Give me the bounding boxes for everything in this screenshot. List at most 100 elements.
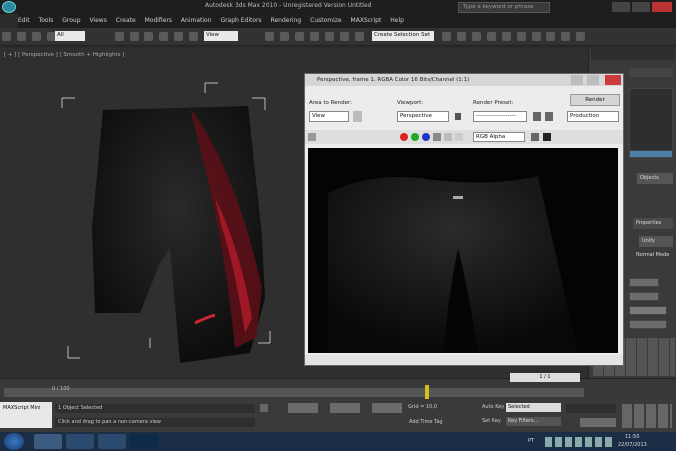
layer-manager-icon[interactable]: [471, 32, 481, 41]
time-slider-track[interactable]: [4, 388, 584, 397]
set-key-button[interactable]: Set Key: [482, 418, 501, 424]
menu-group[interactable]: Group: [62, 14, 80, 28]
menu-graph-editors[interactable]: Graph Editors: [220, 14, 261, 28]
spinner-snap-icon[interactable]: [339, 32, 349, 41]
render-production-icon[interactable]: [576, 32, 586, 41]
selection-filter-dropdown[interactable]: All: [55, 31, 85, 41]
menu-create[interactable]: Create: [116, 14, 136, 28]
redo-icon[interactable]: [16, 32, 26, 41]
menu-edit[interactable]: Edit: [18, 14, 30, 28]
modifier-stack[interactable]: [629, 88, 673, 158]
viewport-label[interactable]: [ + ] [ Perspective ] [ Smooth + Highlig…: [4, 52, 124, 58]
explorer-icon[interactable]: [34, 434, 62, 449]
edit-region-icon[interactable]: [353, 111, 362, 122]
display-channel-dropdown[interactable]: RGB Alpha: [473, 132, 525, 142]
clear-icon[interactable]: [455, 133, 463, 141]
add-time-tag[interactable]: Add Time Tag: [409, 419, 443, 425]
tray-icons[interactable]: [545, 437, 615, 447]
alpha-channel-icon[interactable]: [433, 133, 441, 141]
rendered-frame-icon[interactable]: [561, 32, 571, 41]
save-image-icon[interactable]: [308, 133, 316, 141]
clock-date[interactable]: 22/07/2013: [618, 442, 647, 448]
mono-icon[interactable]: [444, 133, 452, 141]
stack-selection[interactable]: [629, 150, 673, 158]
menu-tools[interactable]: Tools: [39, 14, 54, 28]
minimize-icon[interactable]: [571, 75, 583, 85]
pivot-icon[interactable]: [265, 32, 275, 41]
close-icon[interactable]: [605, 75, 621, 85]
align-icon[interactable]: [456, 32, 466, 41]
menu-maxscript[interactable]: MAXScript: [351, 14, 382, 28]
undo-icon[interactable]: [2, 32, 11, 41]
current-frame-field[interactable]: [580, 418, 616, 427]
spinner-field[interactable]: [629, 292, 659, 301]
menu-modifiers[interactable]: Modifiers: [145, 14, 172, 28]
named-selection-dropdown[interactable]: Create Selection Set: [372, 31, 434, 41]
menu-customize[interactable]: Customize: [310, 14, 342, 28]
render-canvas[interactable]: [308, 148, 618, 353]
properties-rollout[interactable]: Properties: [633, 218, 673, 229]
rotate-icon[interactable]: [189, 32, 199, 41]
menu-help[interactable]: Help: [390, 14, 404, 28]
render-button[interactable]: Render: [570, 94, 620, 106]
edit-named-sel-icon[interactable]: [354, 32, 364, 41]
green-channel-icon[interactable]: [411, 133, 419, 141]
select-by-name-icon[interactable]: [129, 32, 139, 41]
spinner-field[interactable]: [629, 320, 667, 329]
mirror-icon[interactable]: [442, 32, 451, 41]
render-preset-dropdown[interactable]: --------------------: [473, 111, 527, 122]
percent-snap-icon[interactable]: [324, 32, 334, 41]
schematic-view-icon[interactable]: [516, 32, 526, 41]
photoshop-icon[interactable]: [130, 434, 158, 449]
objects-button[interactable]: Objects: [637, 173, 673, 184]
move-icon[interactable]: [174, 32, 184, 41]
viewport-nav-controls[interactable]: [622, 404, 672, 428]
menu-rendering[interactable]: Rendering: [271, 14, 302, 28]
app-icon[interactable]: [2, 1, 16, 13]
region-select-icon[interactable]: [144, 32, 154, 41]
media-player-icon[interactable]: [66, 434, 94, 449]
toggle-ui-icon[interactable]: [543, 133, 551, 141]
maxscript-listener[interactable]: MAXScript Mini: [0, 402, 52, 428]
playback-controls[interactable]: [566, 404, 616, 413]
red-channel-icon[interactable]: [400, 133, 408, 141]
y-coordinate-field[interactable]: [330, 403, 360, 413]
link-icon[interactable]: [31, 32, 41, 41]
search-input[interactable]: Type a keyword or phrase: [458, 2, 550, 13]
manipulate-icon[interactable]: [279, 32, 289, 41]
render-mode-dropdown[interactable]: Production: [567, 111, 619, 122]
area-to-render-dropdown[interactable]: View: [309, 111, 349, 122]
maximize-icon[interactable]: [587, 75, 599, 85]
maximize-icon[interactable]: [632, 2, 650, 12]
curve-editor-icon[interactable]: [501, 32, 511, 41]
select-icon[interactable]: [114, 32, 124, 41]
menu-views[interactable]: Views: [89, 14, 106, 28]
unify-button[interactable]: Unify: [639, 236, 673, 247]
reference-coord-dropdown[interactable]: View: [204, 31, 238, 41]
start-button[interactable]: [4, 433, 24, 450]
viewport-dropdown[interactable]: Perspective: [397, 111, 449, 122]
environment-icon[interactable]: [545, 112, 553, 121]
render-setup-icon[interactable]: [546, 32, 556, 41]
blue-channel-icon[interactable]: [422, 133, 430, 141]
z-coordinate-field[interactable]: [372, 403, 402, 413]
lock-icon[interactable]: [455, 113, 461, 120]
clock-time[interactable]: 11:50: [625, 434, 639, 440]
minimize-icon[interactable]: [612, 2, 630, 12]
chrome-icon[interactable]: [98, 434, 126, 449]
key-set-dropdown[interactable]: Selected: [506, 403, 561, 412]
graphite-icon[interactable]: [486, 32, 496, 41]
key-filters-button[interactable]: Key Filters...: [506, 417, 561, 426]
panel-tab[interactable]: [629, 68, 673, 77]
spinner-field[interactable]: [629, 306, 667, 315]
color-picker-icon[interactable]: [531, 133, 539, 141]
lock-selection-icon[interactable]: [260, 404, 268, 412]
render-setup-icon[interactable]: [533, 112, 541, 121]
time-slider-handle[interactable]: [425, 385, 429, 399]
window-controls[interactable]: [612, 2, 672, 12]
x-coordinate-field[interactable]: [288, 403, 318, 413]
material-editor-icon[interactable]: [531, 32, 541, 41]
menu-animation[interactable]: Animation: [181, 14, 212, 28]
spinner-field[interactable]: [629, 278, 659, 287]
window-crossing-icon[interactable]: [159, 32, 169, 41]
